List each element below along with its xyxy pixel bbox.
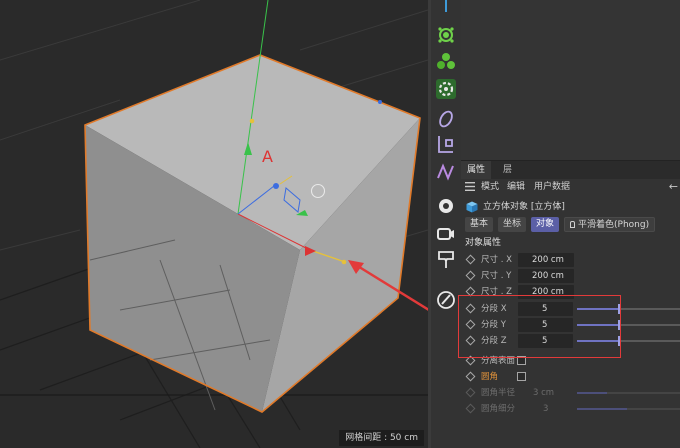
tab-layers[interactable]: 层 xyxy=(497,161,518,179)
size-x-field[interactable]: 200 cm xyxy=(518,253,574,267)
section-title: 对象属性 xyxy=(465,238,502,248)
phong-tag-icon xyxy=(570,221,575,228)
object-title-row: 立方体对象 [立方体] xyxy=(461,199,680,215)
size-y-row: 尺寸 . Y 200 cm xyxy=(461,268,680,284)
fillet-checkbox[interactable] xyxy=(517,372,526,381)
nurbs-generator-icon[interactable] xyxy=(434,23,458,47)
subtab-phong[interactable]: 平滑着色(Phong) xyxy=(564,217,656,232)
object-manager-area[interactable] xyxy=(461,0,680,160)
menu-user-data[interactable]: 用户数据 xyxy=(534,179,570,195)
subtab-phong-label: 平滑着色(Phong) xyxy=(578,220,650,230)
subtab-object[interactable]: 对象 xyxy=(531,217,560,232)
cinema4d-window: A 网格间距 : 50 cm 属性 层 模式 编辑 用户数据 ← 立方体对象 [… xyxy=(0,0,680,448)
fillet-subdivision-value: 3 xyxy=(543,404,549,414)
fillet-subdivision-row: 圆角细分 3 xyxy=(461,401,680,417)
light-icon[interactable] xyxy=(434,194,458,218)
fillet-subdivision-slider xyxy=(577,408,680,410)
render-icon[interactable] xyxy=(434,248,458,272)
hamburger-icon[interactable] xyxy=(465,182,475,191)
grid-spacing-label: 网格间距 : 50 cm xyxy=(339,430,424,446)
object-toolbar xyxy=(431,0,461,448)
x-axis-end-dot[interactable] xyxy=(341,259,347,265)
fillet-radius-value: 3 cm xyxy=(533,388,555,398)
size-y-label: 尺寸 . Y xyxy=(481,271,512,281)
menu-mode[interactable]: 模式 xyxy=(481,179,499,195)
attribute-subtabs: 基本 坐标 对象 平滑着色(Phong) xyxy=(461,217,680,233)
subtab-basic[interactable]: 基本 xyxy=(465,217,494,232)
axis-letter-a: A xyxy=(262,147,273,166)
3d-viewport[interactable]: A 网格间距 : 50 cm xyxy=(0,0,428,448)
fillet-label: 圆角 xyxy=(481,372,499,382)
panel-menu-row: 模式 编辑 用户数据 ← xyxy=(461,179,680,195)
deformer-gear-icon[interactable] xyxy=(434,77,458,101)
cloner-icon[interactable] xyxy=(434,50,458,74)
mograph-icon[interactable] xyxy=(434,160,458,184)
annotation-highlight-box xyxy=(458,295,621,358)
right-pane: 属性 层 模式 编辑 用户数据 ← 立方体对象 [立方体] 基本 坐标 对象 平… xyxy=(461,0,680,448)
spline-icon[interactable] xyxy=(434,0,458,16)
field-icon[interactable] xyxy=(434,132,458,156)
keyframe-diamond-icon[interactable] xyxy=(465,270,476,281)
keyframe-diamond-icon xyxy=(465,387,476,398)
tab-attributes[interactable]: 属性 xyxy=(461,161,492,179)
keyframe-diamond-icon[interactable] xyxy=(465,254,476,265)
panel-tab-bar: 属性 层 xyxy=(461,161,680,179)
fillet-row: 圆角 xyxy=(461,369,680,385)
keyframe-diamond-icon xyxy=(465,403,476,414)
tag-icon[interactable] xyxy=(434,222,458,246)
size-x-row: 尺寸 . X 200 cm xyxy=(461,252,680,268)
camera-object-icon[interactable] xyxy=(434,107,458,131)
cube-object-icon xyxy=(466,201,478,213)
menu-edit[interactable]: 编辑 xyxy=(507,179,525,195)
back-arrow-icon[interactable]: ← xyxy=(669,179,678,195)
fillet-radius-row: 圆角半径 3 cm xyxy=(461,385,680,401)
brush-icon[interactable] xyxy=(434,288,458,312)
subtab-coordinates[interactable]: 坐标 xyxy=(498,217,527,232)
y-axis-handle[interactable] xyxy=(249,118,255,124)
z-axis-handle[interactable] xyxy=(273,183,279,189)
size-x-label: 尺寸 . X xyxy=(481,255,512,265)
viewport-scene: A xyxy=(0,0,428,448)
blue-marker xyxy=(378,100,382,104)
keyframe-diamond-icon[interactable] xyxy=(465,371,476,382)
fillet-radius-slider xyxy=(577,392,680,394)
object-title: 立方体对象 [立方体] xyxy=(483,202,565,212)
size-y-field[interactable]: 200 cm xyxy=(518,269,574,283)
fillet-radius-label: 圆角半径 xyxy=(481,388,516,398)
fillet-subdivision-label: 圆角细分 xyxy=(481,404,516,414)
